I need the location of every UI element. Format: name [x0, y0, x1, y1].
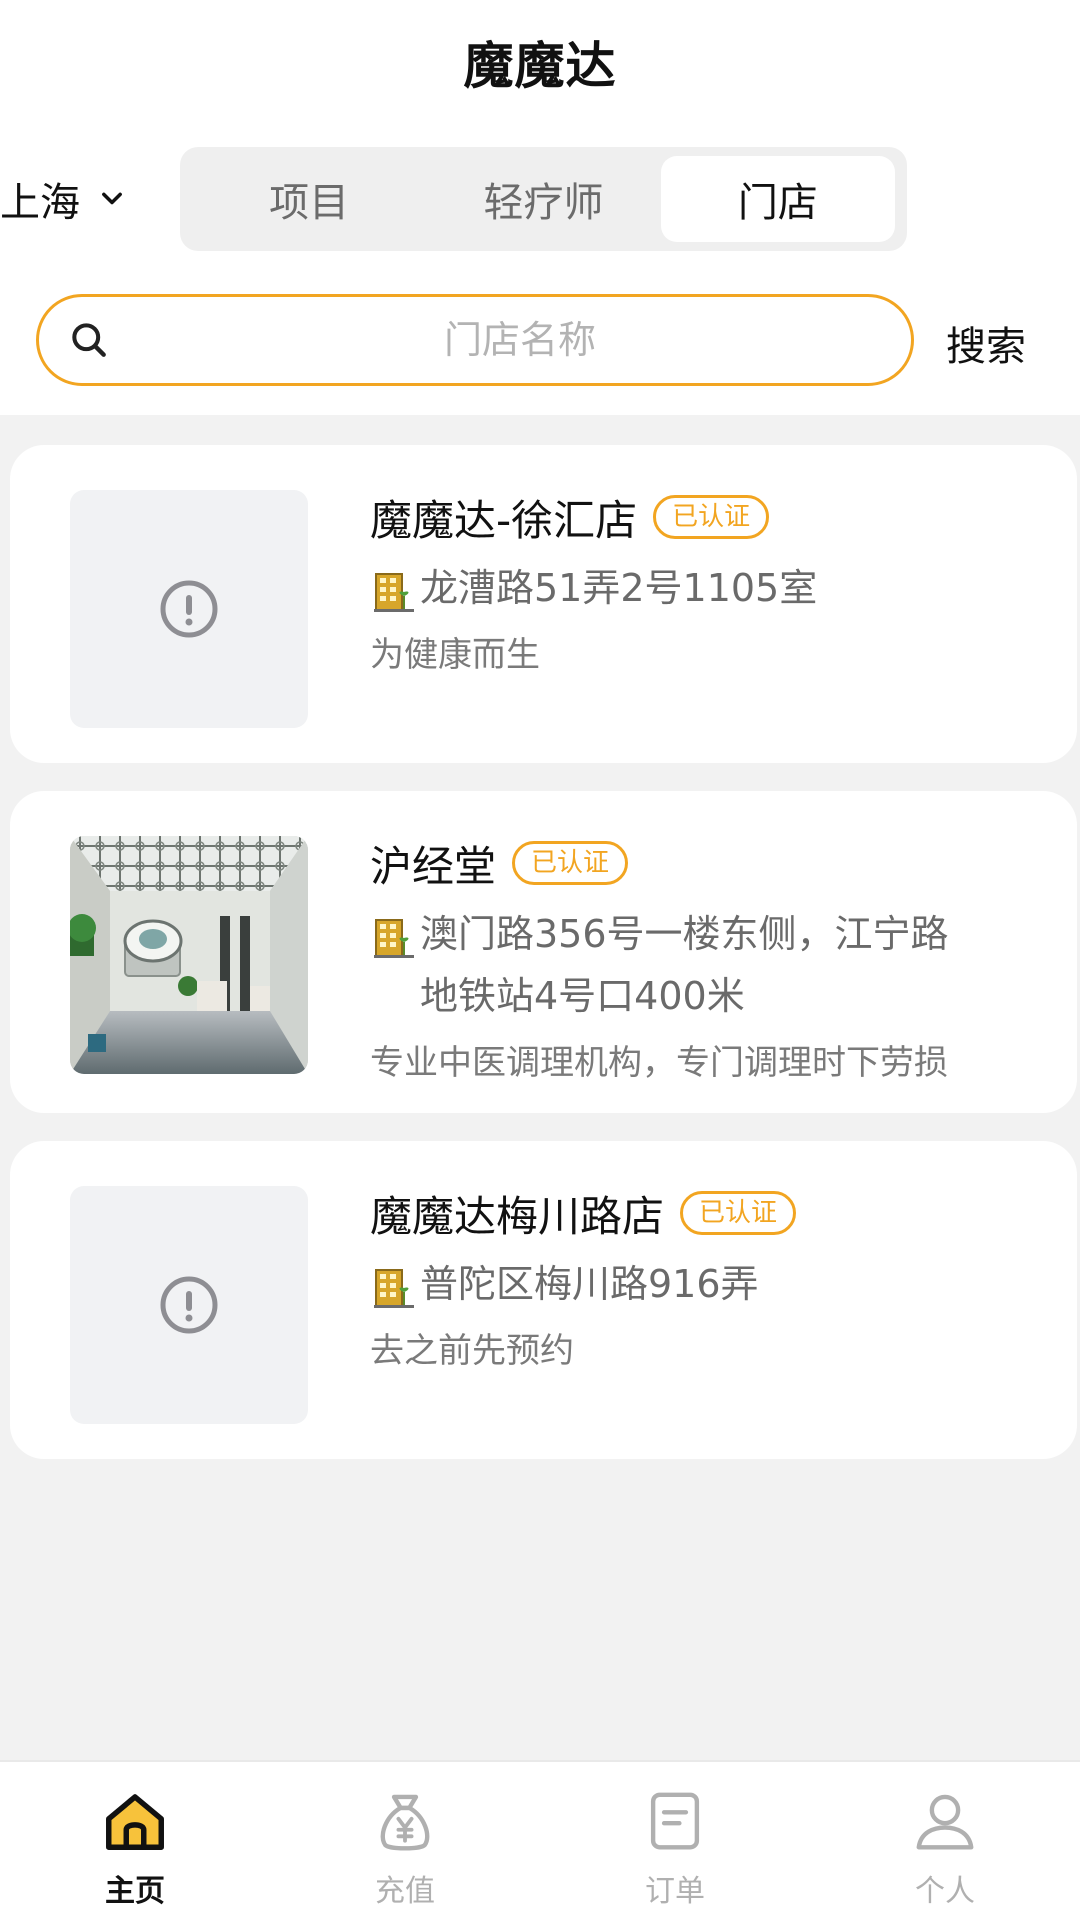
address-line-2: 地铁站4号口400米 — [420, 974, 745, 1018]
tab-profile-label: 个人 — [915, 1874, 975, 1909]
building-icon — [374, 1269, 414, 1308]
tab-orders[interactable]: 订单 — [540, 1762, 810, 1922]
address-line-1: 普陀区梅川路916弄 — [420, 1262, 759, 1306]
search-box — [36, 294, 914, 386]
verified-badge: 已认证 — [512, 841, 629, 885]
store-address: 澳门路356号一楼东侧，江宁路 地铁站4号口400米 — [370, 903, 1037, 1027]
store-card[interactable]: 沪经堂 已认证 澳门路356号一楼东侧，江宁路 地铁站4号口400米 专业中医调… — [10, 791, 1077, 1113]
user-icon — [916, 1794, 974, 1850]
bottom-tab-bar: 主页 充值 订单 个人 — [0, 1760, 1080, 1922]
city-label: 上海 — [0, 180, 80, 226]
verified-badge: 已认证 — [680, 1191, 797, 1235]
header: 魔魔达 上海 项目 轻疗师 门店 搜索 — [0, 0, 1080, 415]
warning-icon — [160, 580, 218, 638]
store-info: 魔魔达梅川路店 已认证 普陀区梅川路916弄 去之前先预约 — [370, 1183, 1037, 1372]
store-description: 专业中医调理机构，专门调理时下劳损 — [370, 1043, 948, 1083]
category-tabs: 项目 轻疗师 门店 — [180, 147, 907, 251]
address-line-1: 澳门路356号一楼东侧，江宁路 — [420, 912, 949, 956]
store-card[interactable]: 魔魔达-徐汇店 已认证 龙漕路51弄2号1105室 为健康而生 — [10, 445, 1077, 763]
tab-home-label: 主页 — [105, 1874, 165, 1909]
tab-stores[interactable]: 门店 — [660, 156, 895, 242]
store-name: 魔魔达-徐汇店 — [370, 495, 638, 545]
search-input[interactable] — [129, 317, 911, 363]
tab-therapists[interactable]: 轻疗师 — [426, 156, 660, 242]
money-bag-icon — [380, 1794, 430, 1851]
search-icon — [72, 323, 106, 357]
building-icon — [374, 573, 414, 612]
store-image — [70, 836, 308, 1074]
tab-orders-label: 订单 — [645, 1874, 705, 1909]
tab-recharge-label: 充值 — [375, 1874, 435, 1909]
page-title: 魔魔达 — [463, 37, 617, 95]
store-card[interactable]: 魔魔达梅川路店 已认证 普陀区梅川路916弄 去之前先预约 — [10, 1141, 1077, 1459]
search-button[interactable]: 搜索 — [946, 314, 1026, 372]
tab-profile[interactable]: 个人 — [810, 1762, 1080, 1922]
home-icon — [106, 1794, 164, 1850]
building-icon — [374, 919, 414, 958]
store-image-placeholder — [70, 1186, 308, 1424]
store-image-placeholder — [70, 490, 308, 728]
store-name-row: 魔魔达梅川路店 已认证 — [370, 1183, 1037, 1243]
store-name: 沪经堂 — [370, 841, 497, 891]
tab-recharge[interactable]: 充值 — [270, 1762, 540, 1922]
store-list: 魔魔达-徐汇店 已认证 龙漕路51弄2号1105室 为健康而生 沪经堂 已认证 … — [10, 445, 1077, 1487]
store-address: 普陀区梅川路916弄 — [370, 1253, 1037, 1315]
store-address: 龙漕路51弄2号1105室 — [370, 557, 1037, 619]
verified-badge: 已认证 — [653, 495, 770, 539]
tab-home[interactable]: 主页 — [0, 1762, 270, 1922]
store-name: 魔魔达梅川路店 — [370, 1191, 665, 1241]
store-name-row: 魔魔达-徐汇店 已认证 — [370, 487, 1037, 547]
store-name-row: 沪经堂 已认证 — [370, 833, 1037, 893]
address-line-1: 龙漕路51弄2号1105室 — [420, 566, 818, 610]
chevron-down-icon — [102, 192, 122, 205]
store-info: 沪经堂 已认证 澳门路356号一楼东侧，江宁路 地铁站4号口400米 专业中医调… — [370, 833, 1037, 1084]
store-description: 去之前先预约 — [370, 1331, 574, 1371]
store-description: 为健康而生 — [370, 635, 540, 675]
city-selector[interactable]: 上海 — [0, 170, 126, 228]
address-text: 澳门路356号一楼东侧，江宁路 地铁站4号口400米 — [420, 903, 949, 1027]
store-info: 魔魔达-徐汇店 已认证 龙漕路51弄2号1105室 为健康而生 — [370, 487, 1037, 676]
store-interior-photo — [70, 836, 308, 1074]
tab-projects[interactable]: 项目 — [192, 156, 426, 242]
warning-icon — [160, 1276, 218, 1334]
order-icon — [650, 1792, 700, 1850]
